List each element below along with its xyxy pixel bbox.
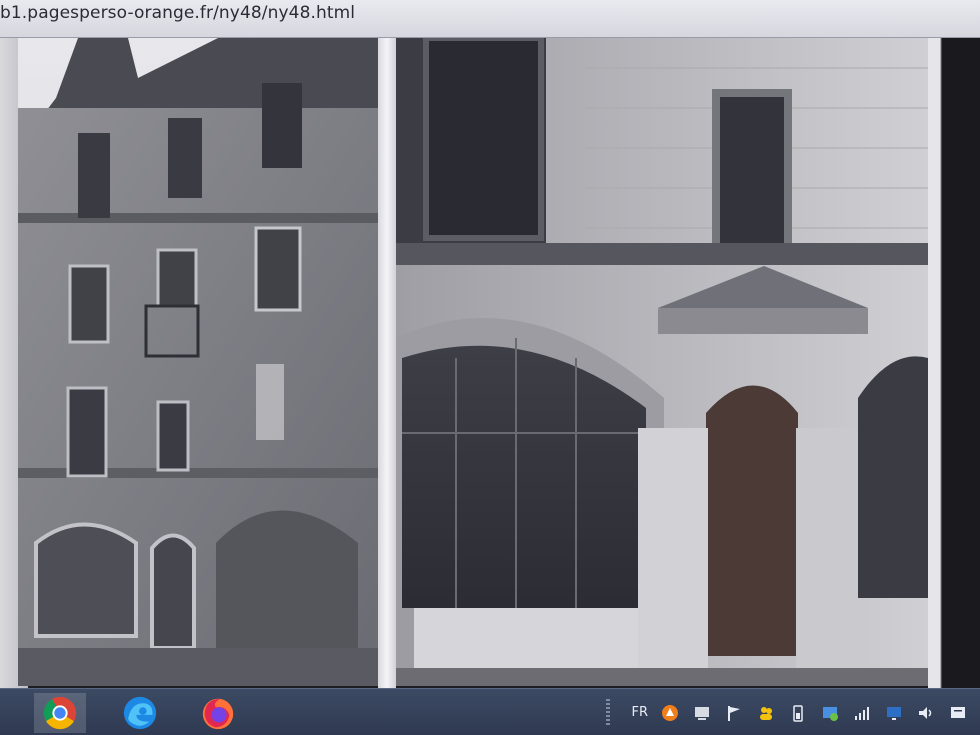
firefox-icon bbox=[202, 698, 234, 730]
chrome-icon bbox=[43, 696, 77, 730]
flag-icon[interactable] bbox=[724, 703, 744, 723]
avast-icon[interactable] bbox=[660, 703, 680, 723]
taskbar: FR bbox=[0, 688, 980, 735]
language-indicator[interactable]: FR bbox=[631, 705, 648, 720]
townhouse-facade-illustration bbox=[18, 38, 378, 686]
network-drive-icon[interactable] bbox=[692, 703, 712, 723]
notification-icon[interactable] bbox=[948, 703, 968, 723]
people-icon[interactable] bbox=[756, 703, 776, 723]
display-icon[interactable] bbox=[884, 703, 904, 723]
taskbar-grip[interactable] bbox=[606, 699, 610, 727]
edge-taskbar-button[interactable] bbox=[114, 693, 166, 733]
photo-left-panel bbox=[18, 38, 378, 686]
firefox-taskbar-button[interactable] bbox=[192, 693, 244, 733]
update-icon[interactable] bbox=[820, 703, 840, 723]
arched-storefront-illustration bbox=[396, 38, 928, 686]
photo-right-panel bbox=[396, 38, 928, 686]
page-gutter bbox=[378, 38, 396, 688]
battery-icon[interactable] bbox=[788, 703, 808, 723]
page-viewport bbox=[0, 38, 980, 688]
volume-icon[interactable] bbox=[916, 703, 936, 723]
system-tray: FR bbox=[631, 689, 980, 735]
address-bar[interactable]: b1.pagesperso-orange.fr/ny48/ny48.html bbox=[0, 0, 980, 38]
url-text[interactable]: b1.pagesperso-orange.fr/ny48/ny48.html bbox=[0, 3, 355, 23]
signal-icon[interactable] bbox=[852, 703, 872, 723]
chrome-taskbar-button[interactable] bbox=[34, 693, 86, 733]
right-margin bbox=[928, 38, 980, 688]
edge-icon bbox=[123, 696, 157, 730]
